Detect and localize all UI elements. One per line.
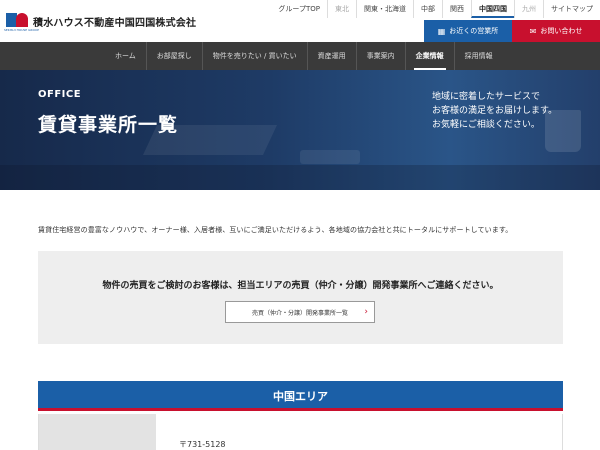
company-logo[interactable]: SEKISUI HOUSE GROUP 積水ハウス不動産中国四国株式会社: [4, 9, 197, 33]
hero-copy: 地域に密着したサービスで お客様の満足をお届けします。 お気軽にご相談ください。: [432, 90, 557, 132]
office-zip: 〒731-5128: [179, 440, 226, 449]
chevron-right-icon: ›: [364, 307, 368, 317]
area-header: 中国エリア: [38, 381, 563, 411]
sales-info-box: 物件の売買をご検討のお客様は、担当エリアの売買（仲介・分譲）開発事業所へご連絡く…: [38, 251, 563, 344]
hero-copy-line: 地域に密着したサービスで: [432, 92, 541, 102]
nav-item-business[interactable]: 事業案内: [355, 42, 405, 70]
hero-desk-shape: [0, 165, 600, 190]
sales-office-list-label: 売買（仲介・分譲）開発事業所一覧: [251, 309, 348, 317]
group-links: グループTOP 東北 関東・北海道 中部 関西 中国四国 九州 サイトマップ: [271, 0, 600, 18]
nav-item-company[interactable]: 企業情報: [404, 42, 454, 70]
header-buttons: ▦ お近くの営業所 ✉ お問い合わせ: [424, 20, 600, 42]
contact-button[interactable]: ✉ お問い合わせ: [512, 20, 600, 42]
group-link-kyushu[interactable]: 九州: [514, 0, 543, 18]
hero-copy-line: お客様の満足をお届けします。: [432, 106, 558, 116]
nav-item-room-search[interactable]: お部屋探し: [145, 42, 202, 70]
nav-item-recruit[interactable]: 採用情報: [453, 42, 503, 70]
group-link-top[interactable]: グループTOP: [271, 0, 327, 18]
nav-item-buy-sell[interactable]: 物件を売りたい / 買いたい: [201, 42, 307, 70]
nav-item-asset[interactable]: 資産運用: [306, 42, 356, 70]
nearby-office-button[interactable]: ▦ お近くの営業所: [424, 20, 512, 42]
hero-notebook-shape: [300, 150, 360, 164]
logo-text: 積水ハウス不動産中国四国株式会社: [33, 17, 197, 29]
sitemap-link[interactable]: サイトマップ: [543, 0, 600, 18]
sales-message: 物件の売買をご検討のお客様は、担当エリアの売買（仲介・分譲）開発事業所へご連絡く…: [102, 281, 499, 291]
nav-item-home[interactable]: ホーム: [105, 42, 146, 70]
group-link-kanto-hokkaido[interactable]: 関東・北海道: [356, 0, 413, 18]
mail-icon: ✉: [529, 26, 537, 36]
building-icon: ▦: [437, 26, 446, 36]
group-link-chugoku-shikoku[interactable]: 中国四国: [471, 0, 514, 18]
nearby-office-label: お近くの営業所: [449, 27, 499, 35]
logo-mark-icon: SEKISUI HOUSE GROUP: [4, 9, 39, 33]
office-photo: [39, 414, 156, 450]
sales-office-list-button[interactable]: 売買（仲介・分譲）開発事業所一覧 ›: [225, 301, 375, 323]
main-nav: ホーム お部屋探し 物件を売りたい / 買いたい 資産運用 事業案内 企業情報 …: [0, 42, 600, 70]
hero-banner: OFFICE 賃貸事業所一覧 地域に密着したサービスで お客様の満足をお届けしま…: [0, 70, 600, 190]
group-link-kansai[interactable]: 関西: [442, 0, 471, 18]
hero-title-en: OFFICE: [38, 89, 82, 100]
hero-copy-line: お気軽にご相談ください。: [432, 120, 540, 130]
contact-label: お問い合わせ: [540, 27, 583, 35]
group-link-chubu[interactable]: 中部: [413, 0, 442, 18]
logo-sub-text: SEKISUI HOUSE GROUP: [4, 28, 39, 32]
page-title: 賃貸事業所一覧: [38, 114, 179, 136]
office-card: 〒731-5128: [38, 414, 563, 450]
area-title: 中国エリア: [273, 390, 328, 403]
intro-text: 賃貸住宅経営の豊富なノウハウで、オーナー様、入居者様、互いにご満足いただけるよう…: [38, 226, 513, 234]
top-bar: SEKISUI HOUSE GROUP 積水ハウス不動産中国四国株式会社 グルー…: [0, 0, 600, 42]
group-link-tohoku[interactable]: 東北: [327, 0, 356, 18]
